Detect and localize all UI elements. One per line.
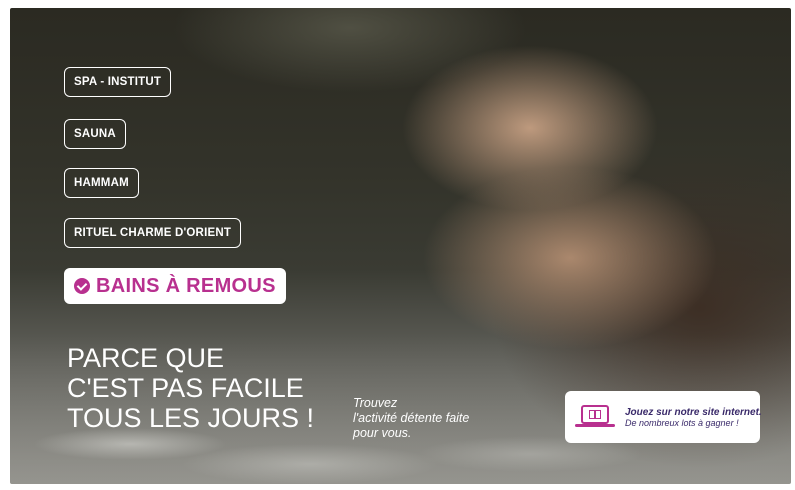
promo-subtitle: De nombreux lots à gagner !: [625, 417, 739, 428]
headline-line-3: TOUS LES JOURS !: [67, 403, 315, 433]
promo-card[interactable]: Jouez sur notre site internet. De nombre…: [565, 391, 762, 443]
promo-title: Jouez sur notre site internet.: [625, 406, 762, 418]
headline-line-2: C'EST PAS FACILE: [67, 373, 304, 403]
menu-item-hammam[interactable]: HAMMAM: [64, 168, 139, 198]
check-circle-icon: [74, 278, 90, 294]
menu-item-spa-institut[interactable]: SPA - INSTITUT: [64, 67, 172, 97]
hero-banner: SPA - INSTITUT SAUNA HAMMAM RITUEL CHARM…: [10, 8, 791, 484]
menu-item-sauna[interactable]: SAUNA: [64, 119, 126, 149]
headline-line-1: PARCE QUE: [67, 343, 225, 373]
headline: PARCE QUE C'EST PAS FACILE TOUS LES JOUR…: [67, 343, 314, 433]
tagline-line-1: Trouvez: [353, 396, 398, 410]
laptop-gift-icon: [573, 402, 617, 432]
tagline: Trouvez l'activité détente faite pour vo…: [353, 396, 469, 441]
tagline-line-2: l'activité détente faite: [353, 411, 470, 425]
tagline-line-3: pour vous.: [353, 426, 412, 440]
menu-item-bains-a-remous-active[interactable]: BAINS À REMOUS: [64, 268, 286, 304]
menu-item-rituel-charme-d-orient[interactable]: RITUEL CHARME D'ORIENT: [64, 218, 242, 248]
active-menu-label: BAINS À REMOUS: [96, 274, 276, 297]
